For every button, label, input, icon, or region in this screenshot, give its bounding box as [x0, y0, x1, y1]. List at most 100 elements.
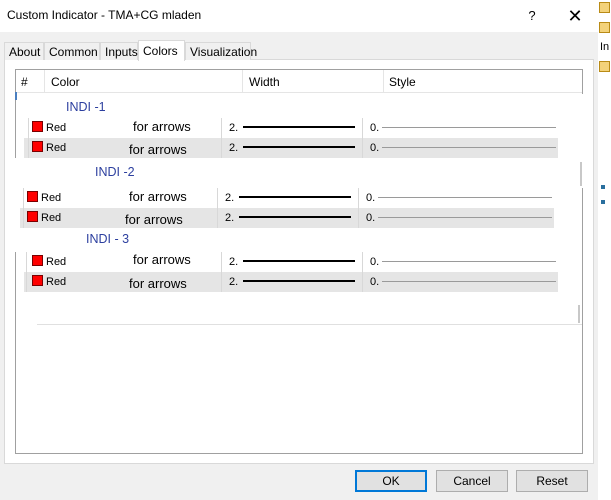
cell-divider — [26, 272, 27, 292]
color-row[interactable]: Red for arrows 2. 0. — [20, 208, 554, 228]
cell-divider — [23, 208, 24, 228]
row-selection-marker — [15, 92, 17, 100]
cell-divider — [221, 138, 222, 158]
cell-divider — [362, 118, 363, 138]
background-app-text: In — [600, 41, 610, 53]
cell-divider — [362, 252, 363, 272]
color-name: Red — [46, 122, 67, 134]
color-row[interactable]: Red for arrows 2. 0. — [20, 188, 554, 208]
indicator-icon — [599, 2, 610, 13]
style-value[interactable]: 0. — [370, 122, 379, 134]
width-line-preview[interactable] — [243, 146, 355, 148]
style-value[interactable]: 0. — [370, 256, 379, 268]
column-header-color: Color — [51, 75, 80, 89]
width-value[interactable]: 2. — [229, 276, 238, 288]
tab-common[interactable]: Common — [44, 42, 100, 60]
cell-divider — [221, 252, 222, 272]
width-line-preview[interactable] — [243, 280, 355, 282]
cell-divider — [362, 272, 363, 292]
cell-divider — [221, 118, 222, 138]
column-header-index: # — [21, 75, 28, 89]
cell-divider — [23, 188, 24, 208]
width-value[interactable]: 2. — [229, 142, 238, 154]
row-note: for arrows — [133, 119, 191, 134]
color-swatch[interactable] — [32, 275, 43, 286]
tab-inputs[interactable]: Inputs — [100, 42, 138, 60]
cell-divider — [26, 252, 27, 272]
indicator-icon — [599, 22, 610, 33]
color-swatch[interactable] — [27, 191, 38, 202]
color-row[interactable]: Red for arrows 2. 0. — [24, 272, 558, 292]
color-name: Red — [46, 276, 67, 288]
grid-header: # Color Width Style — [16, 70, 582, 93]
blank-overlay — [37, 292, 582, 325]
color-swatch[interactable] — [32, 141, 43, 152]
color-swatch[interactable] — [32, 255, 43, 266]
style-line-preview[interactable] — [382, 127, 556, 128]
color-row[interactable]: Red for arrows 2. 0. — [24, 252, 558, 272]
color-swatch[interactable] — [32, 121, 43, 132]
cell-divider — [358, 188, 359, 208]
style-line-preview[interactable] — [382, 147, 556, 148]
chart-marker — [601, 185, 605, 189]
color-name: Red — [46, 142, 67, 154]
scroll-edge — [578, 305, 580, 323]
width-line-preview[interactable] — [239, 196, 351, 198]
style-value[interactable]: 0. — [366, 192, 375, 204]
row-note: for arrows — [129, 142, 187, 157]
cell-divider — [358, 208, 359, 228]
style-value[interactable]: 0. — [370, 142, 379, 154]
indicator-icon — [599, 61, 610, 72]
color-name: Red — [46, 256, 67, 268]
style-line-preview[interactable] — [382, 261, 556, 262]
style-line-preview[interactable] — [378, 217, 552, 218]
column-divider[interactable] — [242, 70, 243, 92]
close-button[interactable]: ✕ — [561, 4, 589, 28]
row-note: for arrows — [133, 252, 191, 267]
tab-visualization[interactable]: Visualization — [185, 42, 257, 60]
width-value[interactable]: 2. — [225, 192, 234, 204]
row-note: for arrows — [125, 212, 183, 227]
background-app-strip: In — [598, 0, 611, 500]
width-value[interactable]: 2. — [225, 212, 234, 224]
style-line-preview[interactable] — [378, 197, 552, 198]
reset-button[interactable]: Reset — [516, 470, 588, 492]
row-divider — [37, 324, 582, 325]
ok-button[interactable]: OK — [355, 470, 427, 492]
width-line-preview[interactable] — [243, 126, 355, 128]
cancel-button[interactable]: Cancel — [436, 470, 508, 492]
chart-marker — [601, 200, 605, 204]
color-row[interactable]: Red for arrows 2. 0. — [24, 118, 558, 138]
row-note: for arrows — [129, 189, 187, 204]
style-line-preview[interactable] — [382, 281, 556, 282]
color-name: Red — [41, 192, 62, 204]
group-label: INDI -2 — [95, 165, 135, 179]
style-value[interactable]: 0. — [370, 276, 379, 288]
width-line-preview[interactable] — [243, 260, 355, 262]
cell-divider — [28, 118, 29, 138]
cell-divider — [28, 138, 29, 158]
window-title: Custom Indicator - TMA+CG mladen — [7, 8, 202, 22]
scroll-edge — [580, 162, 582, 186]
column-divider[interactable] — [383, 70, 384, 92]
cell-divider — [362, 138, 363, 158]
column-header-style: Style — [389, 75, 416, 89]
column-divider[interactable] — [44, 70, 45, 92]
group-label: INDI -1 — [66, 100, 106, 114]
style-value[interactable]: 0. — [366, 212, 375, 224]
tab-about[interactable]: About — [4, 42, 44, 60]
cell-divider — [217, 208, 218, 228]
color-row[interactable]: Red for arrows 2. 0. — [24, 138, 558, 158]
color-swatch[interactable] — [27, 211, 38, 222]
title-bar: Custom Indicator - TMA+CG mladen ? ✕ — [0, 0, 598, 32]
cell-divider — [221, 272, 222, 292]
group-label: INDI - 3 — [86, 232, 130, 246]
width-value[interactable]: 2. — [229, 256, 238, 268]
row-note: for arrows — [129, 276, 187, 291]
cell-divider — [217, 188, 218, 208]
width-value[interactable]: 2. — [229, 122, 238, 134]
help-button[interactable]: ? — [520, 4, 544, 28]
tab-colors[interactable]: Colors — [138, 40, 185, 61]
width-line-preview[interactable] — [239, 216, 351, 218]
color-name: Red — [41, 212, 62, 224]
